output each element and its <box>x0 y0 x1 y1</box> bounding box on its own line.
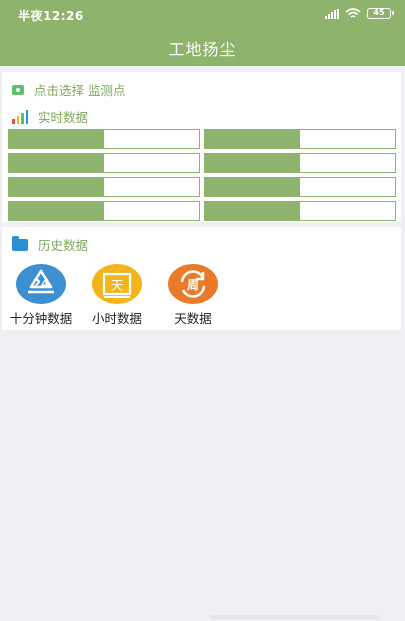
refresh-week-icon: 周 <box>168 264 218 304</box>
hour-data-label: 小时数据 <box>91 311 142 326</box>
realtime-cell[interactable] <box>8 129 200 149</box>
realtime-cell-fill <box>205 178 300 196</box>
main-panel: 点击选择 监测点 实时数据 历史数据 24 十分钟数据 天 小时数据 周 天数据 <box>2 72 401 330</box>
realtime-cell[interactable] <box>204 153 396 173</box>
home-indicator[interactable] <box>210 615 380 619</box>
status-time: 半夜12:26 <box>18 9 84 23</box>
realtime-cell[interactable] <box>204 177 396 197</box>
recycle-24-icon: 24 <box>16 264 66 304</box>
realtime-cell-fill <box>205 154 300 172</box>
hour-data-button[interactable]: 天 小时数据 <box>78 264 156 327</box>
ten-minute-data-label: 十分钟数据 <box>9 311 73 326</box>
realtime-cell[interactable] <box>8 201 200 221</box>
battery-icon: 45 <box>367 8 394 19</box>
realtime-cell-fill <box>9 154 104 172</box>
realtime-cell-fill <box>9 130 104 148</box>
day-data-button[interactable]: 周 天数据 <box>154 264 232 327</box>
folder-icon <box>12 235 28 251</box>
wifi-icon <box>345 8 361 18</box>
bar-chart-icon <box>12 109 28 124</box>
svg-text:天: 天 <box>110 279 123 294</box>
realtime-cell-fill <box>9 202 104 220</box>
realtime-cell-fill <box>9 178 104 196</box>
ten-minute-data-button[interactable]: 24 十分钟数据 <box>2 264 80 327</box>
realtime-cell-fill <box>205 202 300 220</box>
realtime-cell[interactable] <box>204 129 396 149</box>
history-label: 历史数据 <box>38 238 89 253</box>
svg-text:24: 24 <box>33 277 50 291</box>
location-icon <box>12 84 24 95</box>
realtime-cell[interactable] <box>204 201 396 221</box>
realtime-label: 实时数据 <box>38 110 89 125</box>
select-monitor-point-label: 点击选择 监测点 <box>34 83 126 98</box>
realtime-header: 实时数据 <box>12 107 88 126</box>
calendar-day-icon: 天 <box>92 264 142 304</box>
realtime-cell[interactable] <box>8 153 200 173</box>
day-data-label: 天数据 <box>174 311 212 326</box>
title-bar: 工地扬尘 <box>0 28 405 66</box>
history-header: 历史数据 <box>12 235 88 254</box>
section-divider <box>2 222 401 227</box>
history-shortcuts: 24 十分钟数据 天 小时数据 周 天数据 <box>2 264 401 330</box>
signal-icon <box>325 8 339 19</box>
page-title: 工地扬尘 <box>168 40 237 59</box>
svg-text:周: 周 <box>187 278 199 292</box>
screen: 半夜12:26 45 工地扬尘 点击选择 监测点 实时数据 历史数据 24 十分… <box>0 0 405 621</box>
realtime-cell-fill <box>205 130 300 148</box>
status-icons: 45 <box>325 8 394 19</box>
select-monitor-point[interactable]: 点击选择 监测点 <box>12 80 125 99</box>
realtime-cell[interactable] <box>8 177 200 197</box>
status-bar: 半夜12:26 45 <box>0 0 405 28</box>
